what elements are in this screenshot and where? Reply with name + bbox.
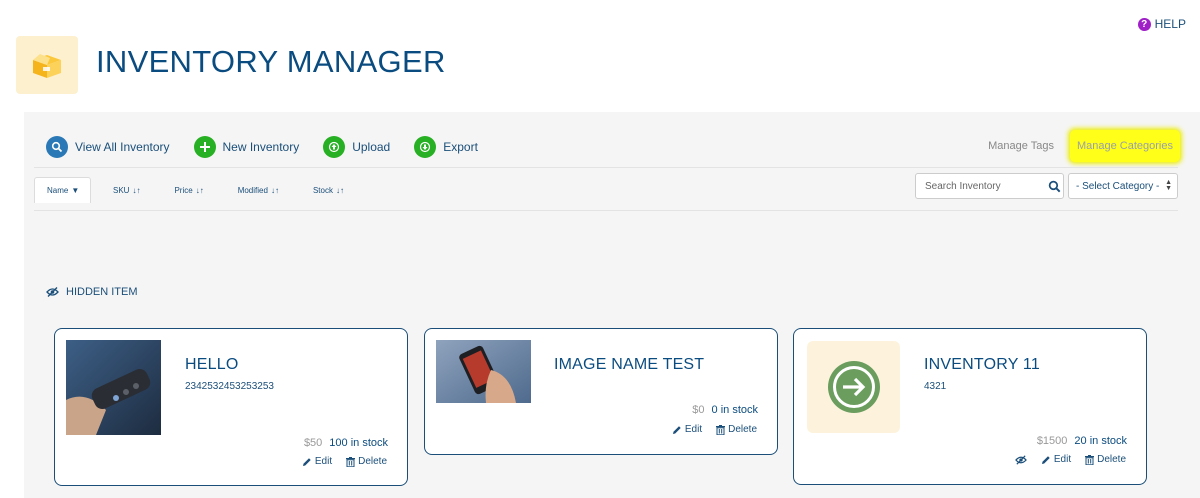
delete-button[interactable]: Delete [1085,454,1126,465]
sort-label: Modified [237,185,268,195]
item-name: IMAGE NAME TEST [554,356,705,373]
item-price: $0 [692,404,705,416]
delete-label: Delete [728,424,757,435]
sort-label: SKU [113,185,130,195]
arrow-right-circle-icon [827,361,880,413]
sort-arrows-icon: ↓↑ [132,185,141,195]
price-stock-row: $0 0 in stock [692,404,758,416]
eye-slash-icon [46,287,59,297]
sort-tab-price[interactable]: Price ↓↑ [162,177,215,203]
card-actions: Edit Delete [672,424,757,435]
sort-arrows-icon: ↓↑ [335,185,344,195]
select-arrows-icon: ▲ ▼ [1165,179,1172,192]
item-stock: 100 in stock [329,437,388,449]
search-icon[interactable] [1045,180,1063,193]
sort-tabs: Name ▼ SKU ↓↑ Price ↓↑ Modified ↓↑ Stock… [34,177,366,203]
view-all-inventory-button[interactable]: View All Inventory [46,136,170,158]
upload-icon [323,136,346,158]
app-logo [16,36,78,94]
view-all-label: View All Inventory [75,140,170,154]
delete-button[interactable]: Delete [346,456,387,467]
delete-label: Delete [1097,454,1126,465]
item-stock: 20 in stock [1074,435,1127,447]
sort-tab-stock[interactable]: Stock ↓↑ [301,177,356,203]
sort-arrows-icon: ↓↑ [270,185,279,195]
sort-arrows-icon: ↓↑ [195,185,204,195]
new-inventory-label: New Inventory [222,140,300,154]
search-icon [46,136,68,158]
item-sku: 2342532453253253 [185,381,274,392]
item-name: HELLO [185,356,239,373]
help-label: HELP [1154,17,1186,31]
export-label: Export [443,140,478,154]
price-stock-row: $50 100 in stock [304,437,388,449]
item-price: $1500 [1036,435,1068,447]
product-image-placeholder [807,341,900,433]
category-select[interactable]: - Select Category - ▲ ▼ [1068,173,1178,199]
delete-label: Delete [358,456,387,467]
help-link[interactable]: ? HELP [1137,17,1186,31]
search-input[interactable] [925,175,1045,197]
trash-icon [1085,454,1095,465]
item-sku: 4321 [924,381,947,392]
category-select-value: - Select Category - [1076,180,1160,192]
edit-label: Edit [1053,454,1072,465]
item-price: $50 [303,437,323,449]
plus-icon [193,136,216,158]
edit-label: Edit [684,424,703,435]
new-inventory-button[interactable]: New Inventory [193,136,300,158]
caret-down-icon: ▼ [71,186,80,195]
edit-button[interactable]: Edit [1041,454,1071,465]
upload-label: Upload [352,140,391,154]
sort-label: Stock [312,185,333,195]
card-actions: Edit Delete [1014,454,1126,465]
trash-icon [346,456,356,467]
divider [34,167,1178,168]
edit-button[interactable]: Edit [672,424,702,435]
inventory-card[interactable]: INVENTORY 11 4321 $1500 20 in stock Edit… [793,328,1147,485]
open-box-icon [33,54,61,78]
inventory-card[interactable]: IMAGE NAME TEST $0 0 in stock Edit Delet… [424,328,778,455]
sort-tab-name[interactable]: Name ▼ [34,177,91,203]
divider [34,210,1178,211]
export-button[interactable]: Export [414,136,478,158]
toolbar: View All Inventory New Inventory Upload … [46,136,502,158]
trash-icon [716,424,726,435]
hidden-item-indicator: HIDDEN ITEM [46,286,138,298]
manage-tags-link[interactable]: Manage Tags [988,140,1054,152]
price-stock-row: $1500 20 in stock [1037,435,1127,447]
pencil-icon [1041,455,1050,464]
product-image [66,340,161,435]
search-box [915,173,1064,199]
item-stock: 0 in stock [711,404,758,416]
hidden-toggle[interactable] [1014,454,1027,465]
download-icon [414,136,437,158]
upload-button[interactable]: Upload [323,136,390,158]
delete-button[interactable]: Delete [716,424,757,435]
pencil-icon [302,457,311,466]
sort-label: Name [47,186,69,195]
edit-button[interactable]: Edit [302,456,332,467]
item-name: INVENTORY 11 [924,356,1040,373]
product-image [436,340,531,403]
manage-categories-button[interactable]: Manage Categories [1070,130,1180,162]
edit-label: Edit [314,456,333,467]
help-icon: ? [1137,17,1151,31]
card-actions: Edit Delete [302,456,387,467]
sort-tab-sku[interactable]: SKU ↓↑ [101,177,152,203]
pencil-icon [672,425,681,434]
page-title: INVENTORY MANAGER [96,44,446,79]
eye-slash-icon [1014,454,1027,465]
sort-label: Price [174,185,193,195]
sort-tab-modified[interactable]: Modified ↓↑ [226,177,291,203]
inventory-card[interactable]: HELLO 2342532453253253 $50 100 in stock … [54,328,408,486]
hidden-item-label: HIDDEN ITEM [66,286,138,298]
